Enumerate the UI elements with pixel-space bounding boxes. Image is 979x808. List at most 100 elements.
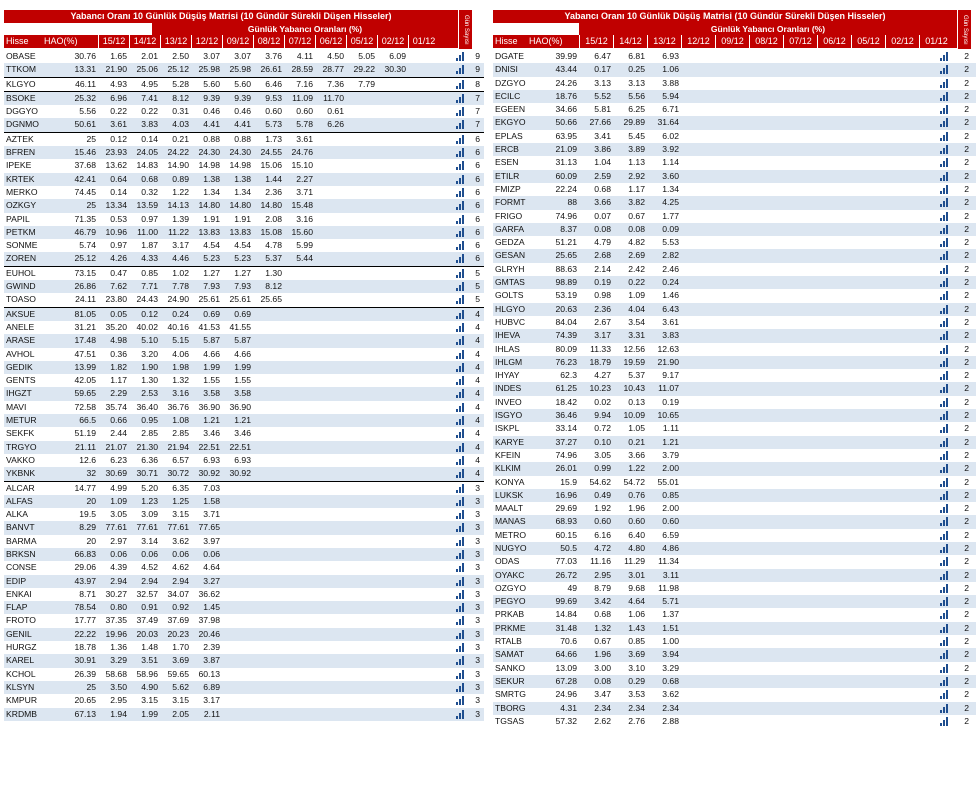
day-count-cell: 3 (475, 602, 480, 613)
table-row: MAVI 72.58 35.74 36.40 36.76 36.90 36.90 4 (4, 401, 484, 414)
hao-cell: 33.14 (555, 423, 577, 434)
bar-chart-icon (940, 437, 948, 447)
ticker-cell: KLSYN (6, 681, 35, 692)
value-cell: 5.37 (265, 253, 282, 264)
value-cell: 4.62 (172, 562, 189, 573)
day-count-cell: 2 (964, 476, 969, 487)
value-cell: 28.77 (322, 64, 344, 75)
value-cell: 4.98 (110, 335, 127, 346)
value-cell: 11.33 (590, 343, 611, 354)
day-count-cell: 2 (964, 396, 969, 407)
value-cell: 3.61 (110, 119, 127, 130)
value-cell: 14.13 (167, 200, 189, 211)
table-row: ENKAI 8.71 30.27 32.57 34.07 36.62 3 (4, 588, 484, 601)
value-cell: 2.05 (172, 708, 189, 719)
value-cell: 13.62 (105, 160, 127, 171)
table-row: BRKSN 66.83 0.06 0.06 0.06 0.06 3 (4, 547, 484, 562)
value-cell: 2.27 (296, 173, 313, 184)
ticker-cell: FORMT (495, 197, 526, 208)
value-cell: 6.46 (265, 78, 282, 89)
hao-cell: 64.66 (555, 649, 577, 660)
value-cell: 5.45 (628, 130, 645, 141)
day-count-cell: 2 (964, 702, 969, 713)
value-cell: 0.17 (594, 64, 611, 75)
value-cell: 3.53 (628, 689, 645, 700)
value-cell: 1.06 (628, 609, 645, 620)
value-cell: 0.13 (628, 396, 645, 407)
value-cell: 1.09 (110, 495, 127, 506)
value-cell: 24.30 (198, 147, 220, 158)
ticker-cell: GOLTS (495, 290, 524, 301)
value-cell: 1.87 (141, 240, 158, 251)
table-row: GESAN 25.65 2.68 2.69 2.82 2 (493, 249, 976, 263)
ticker-cell: LUKSK (495, 489, 524, 500)
table-row: IHEVA 74.39 3.17 3.31 3.83 2 (493, 329, 976, 343)
value-cell: 3.13 (628, 77, 645, 88)
bar-chart-icon (940, 224, 948, 234)
hao-cell: 26.86 (74, 281, 96, 292)
value-cell: 30.71 (136, 468, 158, 479)
value-cell: 5.73 (265, 119, 282, 130)
ticker-cell: TGSAS (495, 715, 525, 726)
ticker-cell: METUR (6, 415, 37, 426)
value-cell: 0.98 (594, 290, 611, 301)
hao-cell: 32 (86, 468, 96, 479)
hao-cell: 25.32 (74, 92, 96, 103)
bar-chart-icon (940, 570, 948, 580)
value-cell: 2.44 (110, 428, 127, 439)
ticker-cell: DGNMO (6, 119, 39, 130)
hao-cell: 78.54 (74, 602, 96, 613)
bar-chart-icon (456, 254, 464, 264)
bar-chart-icon (940, 610, 948, 620)
value-cell: 11.70 (323, 92, 344, 103)
value-cell: 1.99 (203, 361, 220, 372)
bar-chart-icon (456, 563, 464, 573)
value-cell: 3.29 (662, 662, 679, 673)
value-cell: 4.99 (110, 482, 127, 493)
hao-cell: 73.15 (74, 267, 96, 278)
value-cell: 4.06 (172, 348, 189, 359)
ticker-cell: KFEIN (495, 449, 521, 460)
date-header: 05/12 (346, 35, 377, 48)
value-cell: 3.83 (662, 330, 679, 341)
bar-chart-icon (456, 349, 464, 359)
value-cell: 3.61 (296, 133, 313, 144)
bar-chart-icon (940, 145, 948, 155)
value-cell: 6.16 (594, 529, 611, 540)
value-cell: 32.57 (136, 588, 158, 599)
bar-chart-icon (456, 616, 464, 626)
day-count-cell: 4 (475, 321, 480, 332)
hao-cell: 8.29 (79, 522, 96, 533)
ticker-cell: ALCAR (6, 482, 35, 493)
bar-chart-icon (456, 629, 464, 639)
bar-chart-icon (456, 455, 464, 465)
day-count-cell: 2 (964, 51, 969, 61)
value-cell: 3.87 (203, 655, 220, 666)
date-header: 02/12 (377, 35, 408, 48)
day-count-cell: 2 (964, 343, 969, 354)
table-row: BSOKE 25.32 6.96 7.41 8.12 9.39 9.39 9.53 11.09 1… (4, 90, 484, 106)
value-cell: 1.13 (628, 157, 645, 168)
ticker-cell: NUGYO (495, 542, 527, 553)
table-row: FROTO 17.77 37.35 37.49 37.69 37.98 3 (4, 614, 484, 627)
day-count-cell: 6 (475, 133, 480, 144)
bar-chart-icon (456, 322, 464, 332)
value-cell: 36.62 (198, 588, 220, 599)
day-count-cell: 6 (475, 226, 480, 237)
day-count-cell: 9 (475, 51, 480, 61)
value-cell: 2.50 (172, 51, 189, 61)
hao-cell: 60.09 (555, 170, 577, 181)
value-cell: 12.63 (657, 343, 679, 354)
bar-chart-icon (456, 201, 464, 211)
ticker-cell: TTKOM (6, 64, 37, 75)
bar-chart-icon (456, 469, 464, 479)
table-row: NUGYO 50.5 4.72 4.80 4.86 2 (493, 541, 976, 556)
value-cell: 23.80 (105, 294, 127, 305)
table-row: TBORG 4.31 2.34 2.34 2.34 2 (493, 701, 976, 715)
ticker-cell: GENIL (6, 628, 32, 639)
hao-cell: 20.65 (74, 695, 96, 706)
value-cell: 1.30 (141, 375, 158, 386)
bar-chart-icon (456, 295, 464, 305)
value-cell: 1.43 (628, 622, 645, 633)
table-row: DGGYO 5.56 0.22 0.22 0.31 0.46 0.46 0.60 0.60 0.6… (4, 105, 484, 118)
